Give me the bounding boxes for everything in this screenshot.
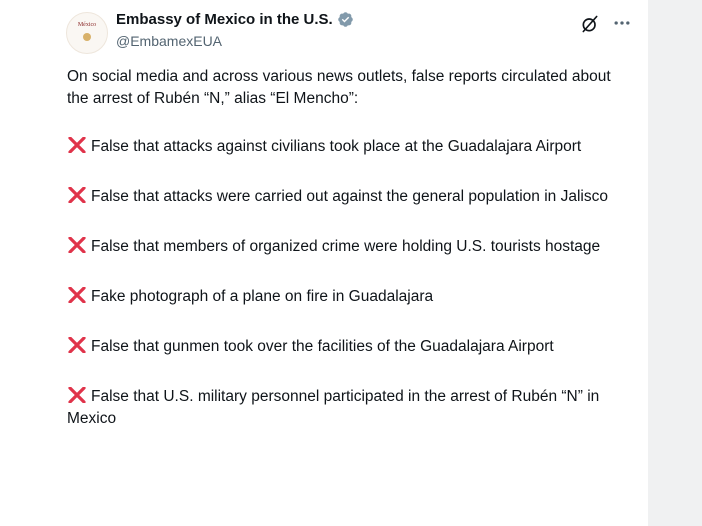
list-item-text: Fake photograph of a plane on fire in Gu… (91, 288, 434, 305)
list-item: False that attacks against civilians too… (67, 136, 627, 158)
account-handle[interactable]: @EmbamexEUA (116, 33, 222, 49)
grok-icon[interactable] (580, 14, 600, 34)
cross-mark-icon (68, 337, 86, 353)
list-item-text: False that members of organized crime we… (91, 238, 601, 255)
list-item: False that U.S. military personnel parti… (67, 386, 627, 430)
name-row: Embassy of Mexico in the U.S. (116, 11, 354, 28)
cross-mark-icon (68, 387, 86, 403)
post-header: México Embassy of Mexico in the U.S. @Em… (66, 10, 640, 58)
list-item: Fake photograph of a plane on fire in Gu… (67, 286, 627, 308)
list-item-text: False that gunmen took over the faciliti… (91, 338, 554, 355)
post-intro: On social media and across various news … (67, 68, 611, 107)
screenshot-frame: México Embassy of Mexico in the U.S. @Em… (0, 0, 702, 526)
list-item-text: False that attacks were carried out agai… (91, 188, 608, 205)
more-options-icon[interactable] (612, 13, 632, 33)
list-item: False that gunmen took over the faciliti… (67, 336, 627, 358)
cross-mark-icon (68, 137, 86, 153)
verified-badge-icon (337, 12, 353, 27)
right-gutter (648, 0, 702, 526)
post-card: México Embassy of Mexico in the U.S. @Em… (52, 0, 648, 526)
list-item: False that members of organized crime we… (67, 236, 627, 258)
cross-mark-icon (68, 287, 86, 303)
display-name[interactable]: Embassy of Mexico in the U.S. (116, 11, 333, 28)
list-item-text: False that attacks against civilians too… (91, 138, 582, 155)
left-margin (0, 0, 52, 526)
avatar[interactable]: México (66, 12, 108, 54)
seal-icon (83, 33, 91, 41)
list-item-text: False that U.S. military personnel parti… (67, 388, 600, 427)
cross-mark-icon (68, 237, 86, 253)
post-text: On social media and across various news … (67, 66, 627, 458)
cross-mark-icon (68, 187, 86, 203)
list-item: False that attacks were carried out agai… (67, 186, 627, 208)
avatar-logo-text: México (77, 22, 97, 28)
